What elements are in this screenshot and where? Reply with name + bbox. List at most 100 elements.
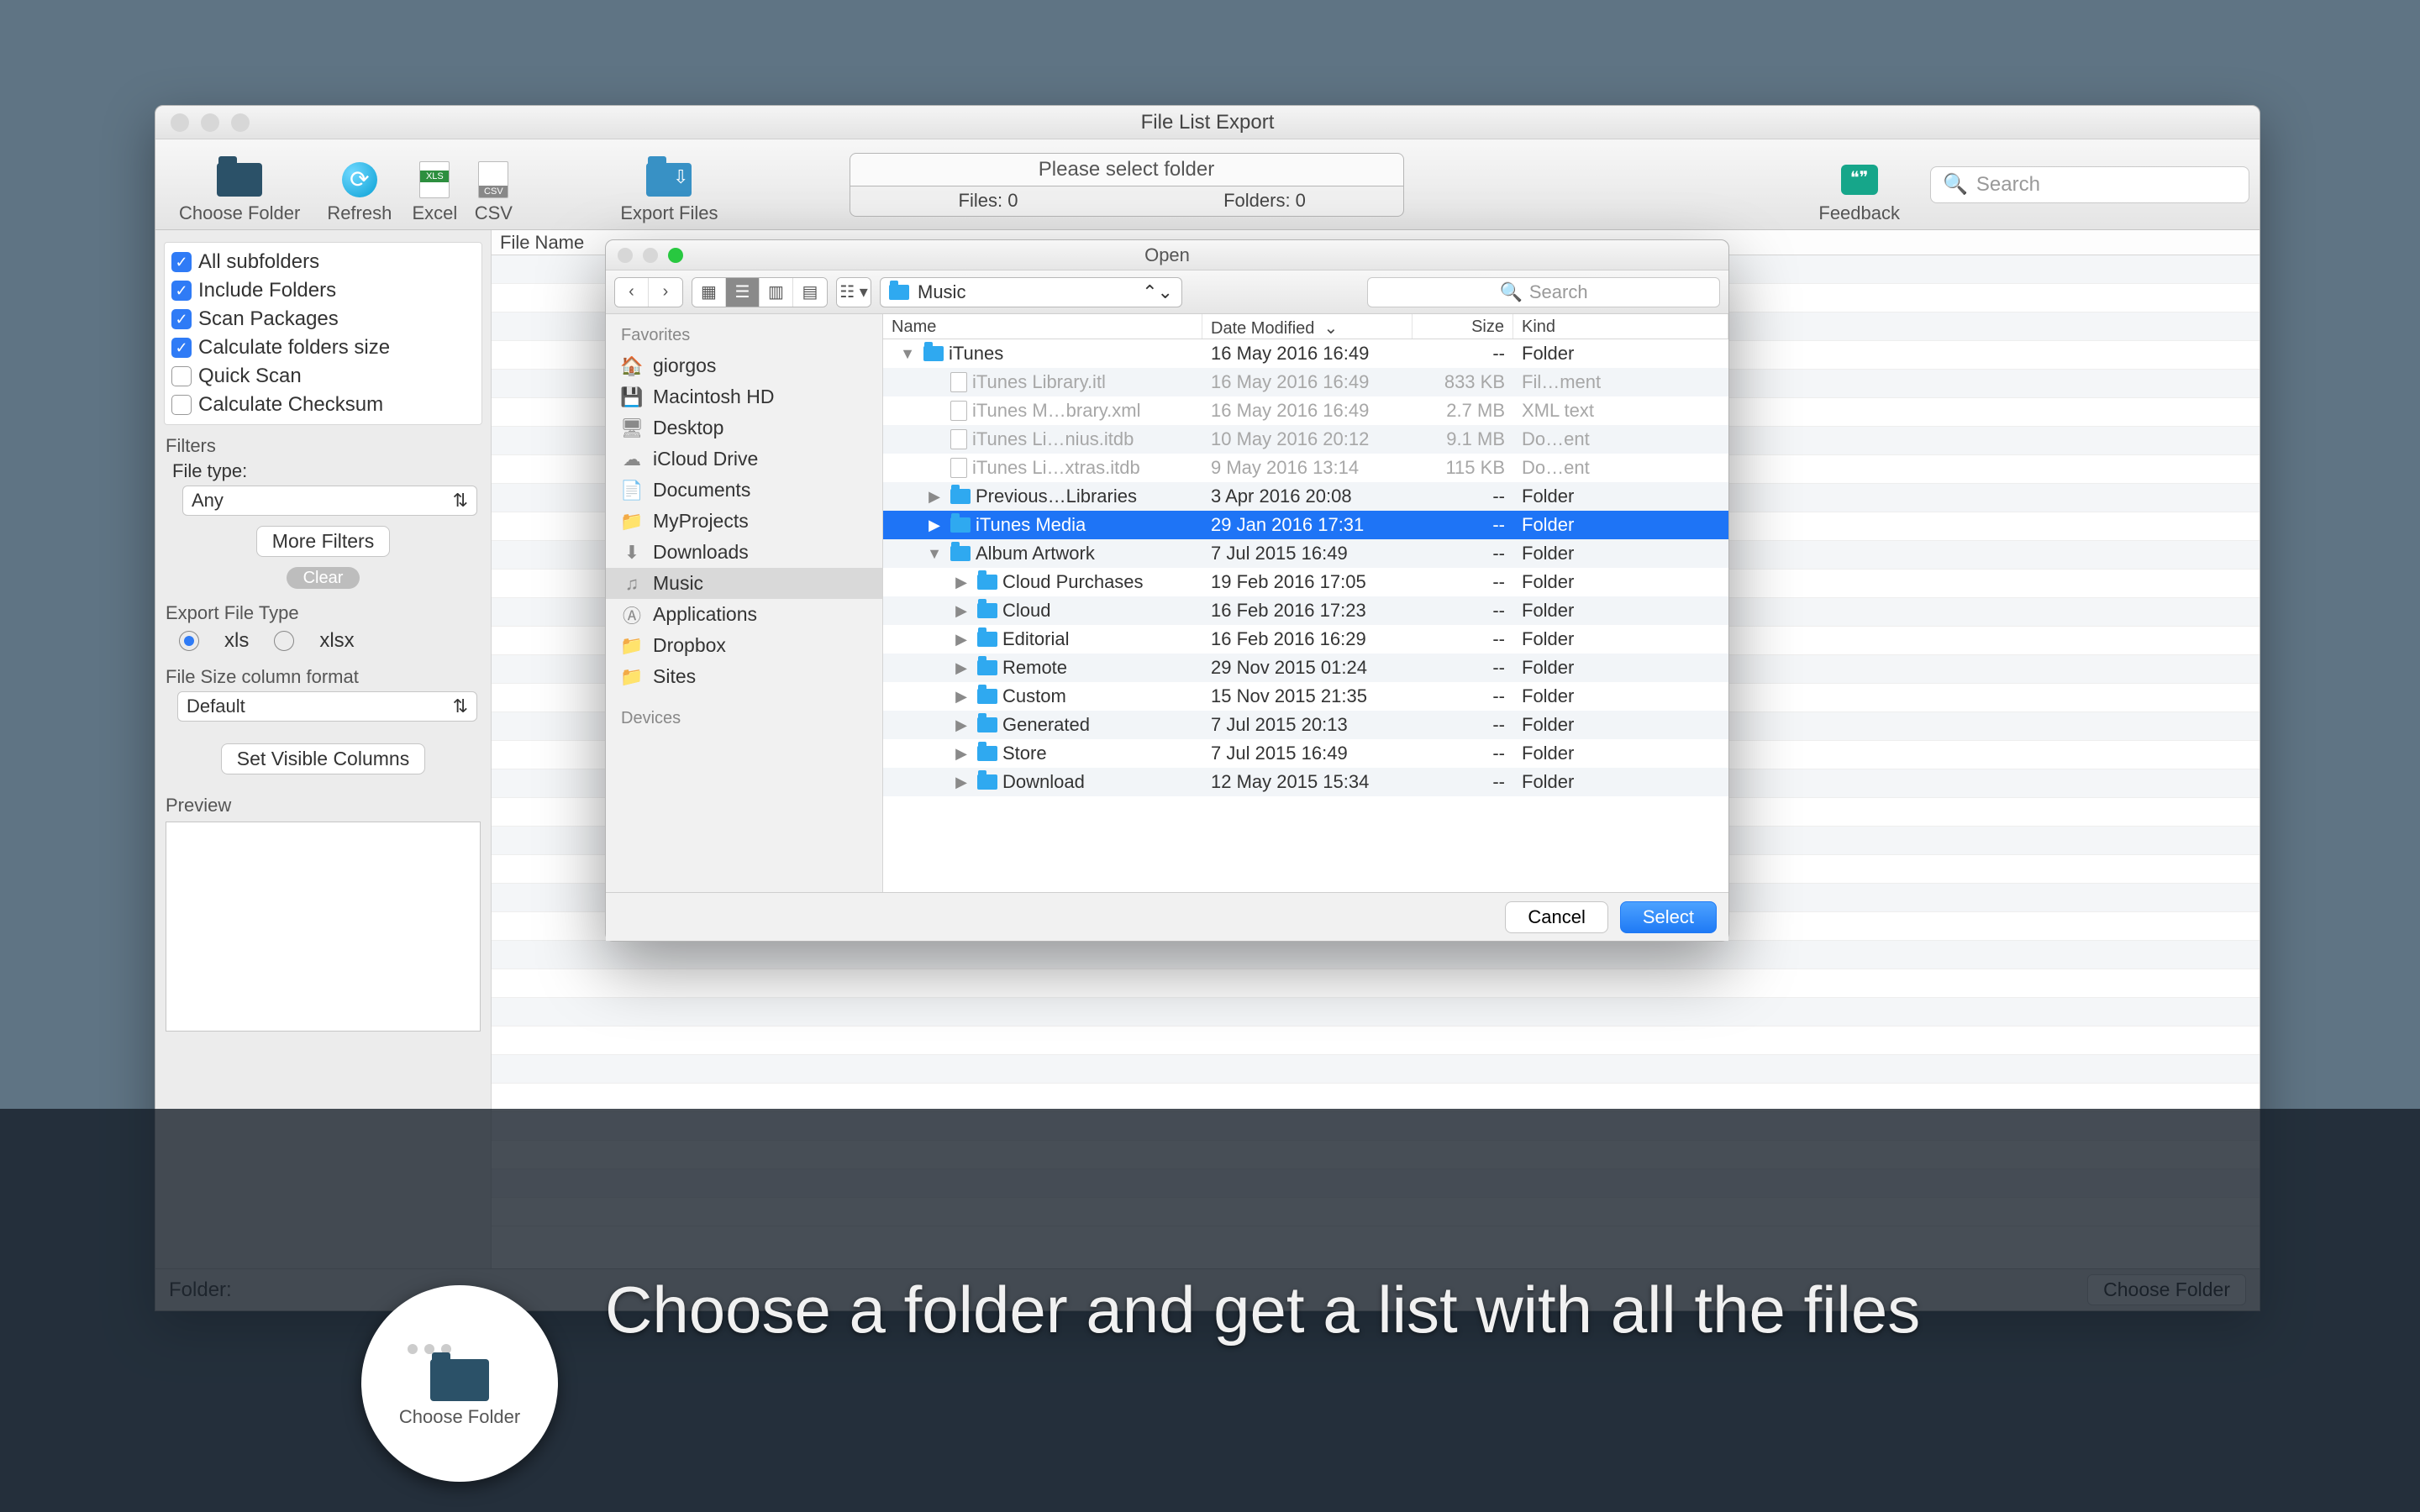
- toolbar-status: Please select folder Files: 0 Folders: 0: [850, 153, 1404, 217]
- file-row[interactable]: ▶Cloud16 Feb 2016 17:23--Folder: [883, 596, 1728, 625]
- sidebar-item-macintosh-hd[interactable]: 💾Macintosh HD: [606, 381, 882, 412]
- file-kind: Folder: [1513, 657, 1728, 679]
- sidebar-item-applications[interactable]: ⒶApplications: [606, 599, 882, 630]
- search-input[interactable]: 🔍 Search: [1930, 166, 2249, 203]
- file-row[interactable]: ▶Previous…Libraries3 Apr 2016 20:08--Fol…: [883, 482, 1728, 511]
- xlsx-radio[interactable]: [274, 631, 294, 651]
- file-row[interactable]: ▶Editorial16 Feb 2016 16:29--Folder: [883, 625, 1728, 654]
- file-row[interactable]: iTunes Library.itl16 May 2016 16:49833 K…: [883, 368, 1728, 396]
- sidebar-item-downloads[interactable]: ⬇Downloads: [606, 537, 882, 568]
- col-size[interactable]: Size: [1413, 314, 1513, 339]
- option-include-folders[interactable]: ✓Include Folders: [171, 276, 475, 305]
- open-search-placeholder: Search: [1529, 281, 1588, 303]
- file-row[interactable]: ▶Generated7 Jul 2015 20:13--Folder: [883, 711, 1728, 739]
- col-kind[interactable]: Kind: [1513, 314, 1728, 339]
- sidebar-item-icon: 💾: [621, 388, 643, 407]
- cancel-button[interactable]: Cancel: [1505, 901, 1607, 933]
- set-visible-columns-button[interactable]: Set Visible Columns: [221, 743, 425, 774]
- list-view-button[interactable]: ☰: [726, 278, 760, 307]
- sidebar-item-icloud-drive[interactable]: ☁iCloud Drive: [606, 444, 882, 475]
- folder-icon: [977, 603, 997, 618]
- col-date[interactable]: Date Modified ⌄: [1202, 314, 1413, 339]
- sidebar-item-myprojects[interactable]: 📁MyProjects: [606, 506, 882, 537]
- disclosure-icon[interactable]: ▶: [950, 688, 972, 706]
- file-date: 12 May 2015 15:34: [1202, 771, 1413, 793]
- choose-folder-button[interactable]: Choose Folder: [166, 145, 313, 224]
- sidebar-item-label: Sites: [653, 665, 696, 688]
- back-button[interactable]: ‹: [615, 278, 649, 307]
- coverflow-view-button[interactable]: ▤: [793, 278, 827, 307]
- filetype-select[interactable]: Any ⇅: [182, 486, 477, 516]
- disclosure-icon[interactable]: ▶: [950, 631, 972, 648]
- disclosure-icon[interactable]: ▼: [923, 545, 945, 563]
- file-row[interactable]: iTunes Li…xtras.itdb9 May 2016 13:14115 …: [883, 454, 1728, 482]
- disclosure-icon[interactable]: ▶: [950, 745, 972, 763]
- select-folder-hint: Please select folder: [850, 153, 1404, 186]
- file-row[interactable]: ▶Remote29 Nov 2015 01:24--Folder: [883, 654, 1728, 682]
- option-calculate-checksum[interactable]: Calculate Checksum: [171, 391, 475, 419]
- disclosure-icon[interactable]: ▶: [950, 659, 972, 677]
- sidebar-item-icon: 📄: [621, 481, 643, 500]
- disclosure-icon[interactable]: ▶: [923, 488, 945, 506]
- path-popup[interactable]: Music ⌃⌄: [880, 277, 1182, 307]
- titlebar: File List Export: [155, 106, 2260, 139]
- option-calculate-folders-size[interactable]: ✓Calculate folders size: [171, 333, 475, 362]
- col-name[interactable]: Name: [883, 314, 1202, 339]
- file-row[interactable]: iTunes M…brary.xml16 May 2016 16:492.7 M…: [883, 396, 1728, 425]
- folders-count: Folders: 0: [1127, 186, 1403, 216]
- csv-button[interactable]: CSV CSV: [464, 145, 523, 224]
- icon-view-button[interactable]: ▦: [692, 278, 726, 307]
- export-type-header: Export File Type: [159, 597, 487, 626]
- xls-label: xls: [224, 629, 249, 653]
- more-filters-button[interactable]: More Filters: [256, 526, 390, 557]
- forward-button[interactable]: ›: [649, 278, 682, 307]
- feedback-button[interactable]: ❝❞ Feedback: [1805, 145, 1913, 224]
- disclosure-icon[interactable]: ▼: [897, 345, 918, 363]
- option-scan-packages[interactable]: ✓Scan Packages: [171, 305, 475, 333]
- sidebar-item-music[interactable]: ♫Music: [606, 568, 882, 599]
- file-size: --: [1413, 600, 1513, 622]
- column-view-button[interactable]: ▥: [760, 278, 793, 307]
- preview-box: [166, 822, 481, 1032]
- sidebar-item-sites[interactable]: 📁Sites: [606, 661, 882, 692]
- file-row[interactable]: ▶Custom15 Nov 2015 21:35--Folder: [883, 682, 1728, 711]
- file-kind: Folder: [1513, 714, 1728, 736]
- sidebar-item-desktop[interactable]: 🖥Desktop: [606, 412, 882, 444]
- file-row[interactable]: ▼iTunes16 May 2016 16:49--Folder: [883, 339, 1728, 368]
- disclosure-icon[interactable]: ▶: [950, 717, 972, 734]
- option-all-subfolders[interactable]: ✓All subfolders: [171, 248, 475, 276]
- sidebar-item-giorgos[interactable]: 🏠giorgos: [606, 350, 882, 381]
- arrange-button[interactable]: ☷ ▾: [837, 278, 871, 307]
- excel-button[interactable]: XLS Excel: [405, 145, 464, 224]
- files-count: Files: 0: [850, 186, 1127, 216]
- file-row[interactable]: iTunes Li…nius.itdb10 May 2016 20:129.1 …: [883, 425, 1728, 454]
- file-kind: Folder: [1513, 343, 1728, 365]
- file-row[interactable]: ▶Cloud Purchases19 Feb 2016 17:05--Folde…: [883, 568, 1728, 596]
- clear-filters-button[interactable]: Clear: [287, 567, 360, 589]
- option-quick-scan[interactable]: Quick Scan: [171, 362, 475, 391]
- file-name: iTunes Li…nius.itdb: [972, 428, 1134, 450]
- toolbar: Choose Folder ⟳ Refresh XLS Excel CSV CS…: [155, 139, 2260, 230]
- disclosure-icon[interactable]: ▶: [950, 774, 972, 791]
- select-button[interactable]: Select: [1620, 901, 1717, 933]
- sidebar-item-dropbox[interactable]: 📁Dropbox: [606, 630, 882, 661]
- disclosure-icon[interactable]: ▶: [950, 602, 972, 620]
- promo-overlay: Choose Folder Choose a folder and get a …: [0, 1109, 2420, 1512]
- zoom-callout: Choose Folder: [361, 1285, 558, 1482]
- open-search-input[interactable]: 🔍 Search: [1367, 277, 1720, 307]
- disclosure-icon[interactable]: ▶: [950, 574, 972, 591]
- file-date: 16 Feb 2016 17:23: [1202, 600, 1413, 622]
- file-row[interactable]: ▶Download12 May 2015 15:34--Folder: [883, 768, 1728, 796]
- xls-radio[interactable]: [179, 631, 199, 651]
- file-row[interactable]: ▶iTunes Media29 Jan 2016 17:31--Folder: [883, 511, 1728, 539]
- file-row[interactable]: ▼Album Artwork7 Jul 2015 16:49--Folder: [883, 539, 1728, 568]
- file-name: Previous…Libraries: [976, 486, 1137, 507]
- disclosure-icon[interactable]: ▶: [923, 517, 945, 534]
- refresh-button[interactable]: ⟳ Refresh: [313, 145, 405, 224]
- filesize-select[interactable]: Default ⇅: [177, 691, 477, 722]
- file-kind: XML text: [1513, 400, 1728, 422]
- export-files-button[interactable]: Export Files: [607, 145, 731, 224]
- file-row[interactable]: ▶Store7 Jul 2015 16:49--Folder: [883, 739, 1728, 768]
- folder-icon: [977, 717, 997, 732]
- sidebar-item-documents[interactable]: 📄Documents: [606, 475, 882, 506]
